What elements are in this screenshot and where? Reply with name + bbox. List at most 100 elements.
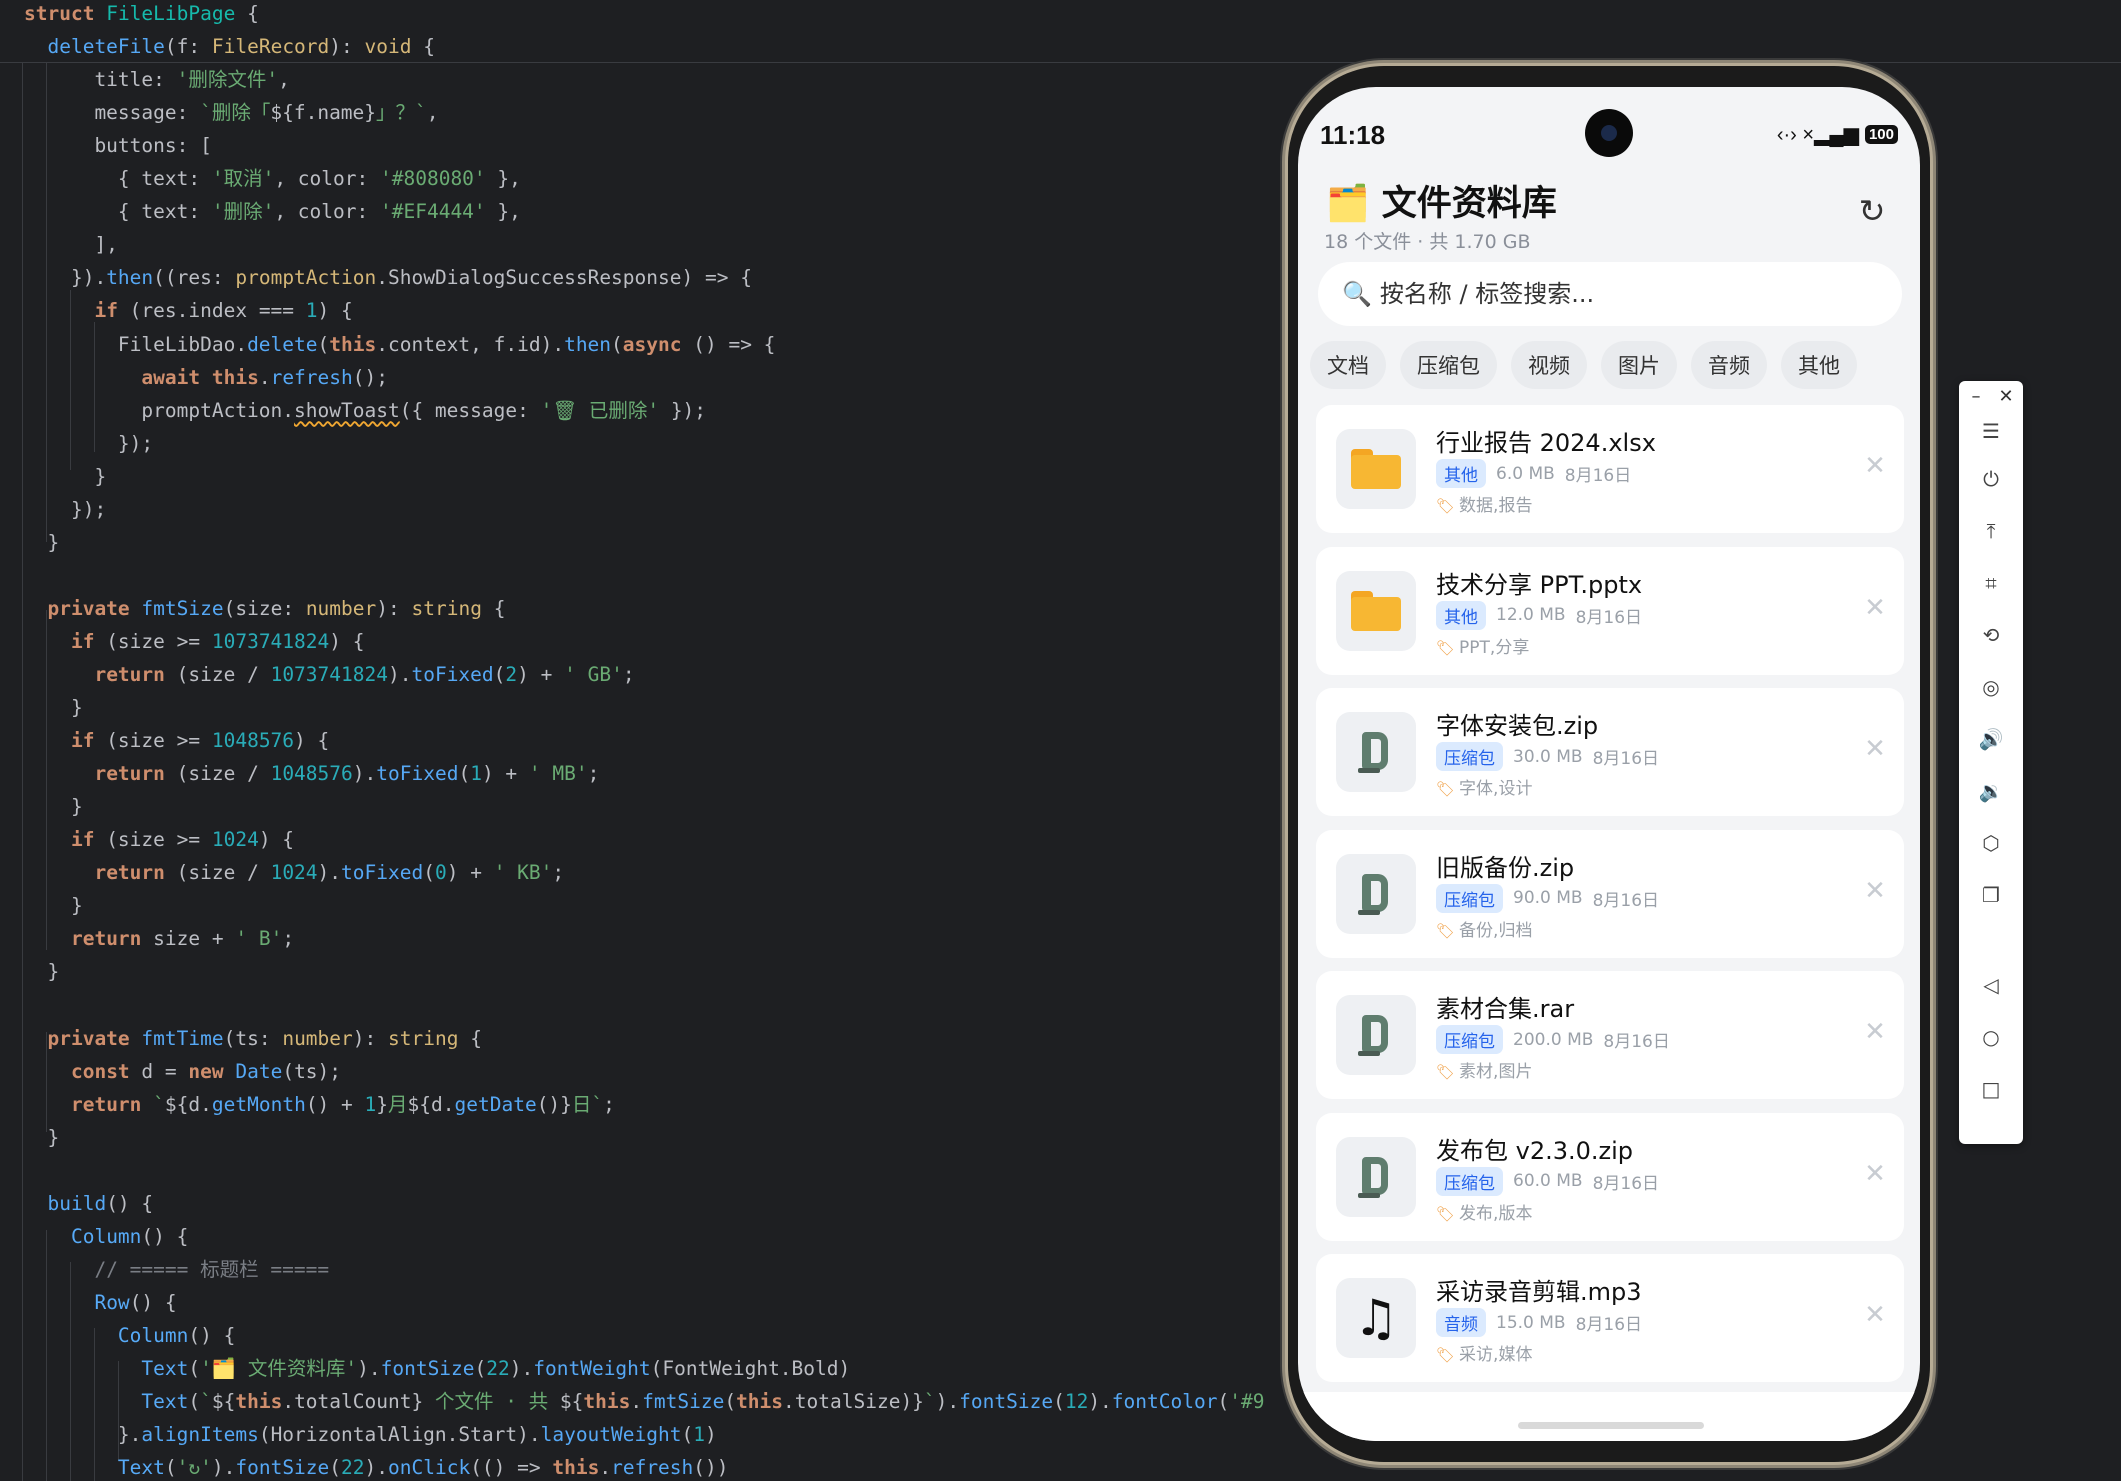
code-line[interactable]: }	[24, 955, 59, 988]
code-token: this	[552, 1456, 600, 1480]
filter-chip[interactable]: 压缩包	[1400, 341, 1497, 389]
code-token: ;	[552, 861, 565, 885]
file-card[interactable]: 技术分享 PPT.pptx 其他 12.0 MB 8月16日 🏷 PPT,分享 ✕	[1316, 546, 1904, 675]
search-box[interactable]: 🔍	[1318, 262, 1902, 326]
code-line[interactable]: build() {	[24, 1187, 153, 1220]
code-line[interactable]: }.alignItems(HorizontalAlign.Start).layo…	[24, 1418, 717, 1451]
close-icon[interactable]: ✕	[1991, 381, 2021, 411]
code-line[interactable]: }	[24, 691, 83, 724]
code-line[interactable]: struct FileLibPage {	[24, 0, 259, 30]
filter-chip[interactable]: 文档	[1310, 341, 1386, 389]
filter-chip[interactable]: 其他	[1781, 341, 1857, 389]
code-line[interactable]: return `${d.getMonth() + 1}月${d.getDate(…	[24, 1088, 615, 1121]
delete-file-icon[interactable]: ✕	[1860, 1017, 1890, 1047]
volume-down-icon[interactable]: 🔉	[1959, 771, 2023, 811]
code-line[interactable]: Text(`${this.totalCount} 个文件 · 共 ${this.…	[24, 1385, 1264, 1418]
filter-chip[interactable]: 视频	[1511, 341, 1587, 389]
code-line[interactable]: });	[24, 427, 153, 460]
code-line[interactable]: private fmtTime(ts: number): string {	[24, 1022, 481, 1055]
code-line[interactable]: { text: '删除', color: '#EF4444' },	[24, 195, 521, 228]
code-line[interactable]: }	[24, 1121, 59, 1154]
file-card[interactable]: 发布包 v2.3.0.zip 压缩包 60.0 MB 8月16日 🏷 发布,版本 ✕	[1316, 1112, 1904, 1241]
delete-file-icon[interactable]: ✕	[1860, 1159, 1890, 1189]
menu-icon[interactable]: ☰	[1959, 411, 2023, 451]
code-token: 12	[1064, 1390, 1089, 1414]
code-line[interactable]: title: '删除文件',	[24, 63, 289, 96]
delete-file-icon[interactable]: ✕	[1860, 1300, 1890, 1330]
code-token: 1024	[270, 861, 318, 885]
file-card[interactable]: ♫ 采访录音剪辑.mp3 音频 15.0 MB 8月16日 🏷 采访,媒体 ✕	[1316, 1254, 1904, 1382]
code-line[interactable]: promptAction.showToast({ message: '🗑 已删除…	[24, 394, 706, 427]
delete-file-icon[interactable]: ✕	[1860, 876, 1890, 906]
code-line[interactable]: return (size / 1024).toFixed(0) + ' KB';	[24, 856, 564, 889]
code-line[interactable]: });	[24, 493, 106, 526]
code-line[interactable]: // ===== 标题栏 =====	[24, 1253, 329, 1286]
file-card[interactable]: 素材合集.rar 压缩包 200.0 MB 8月16日 🏷 素材,图片 ✕	[1316, 971, 1904, 1099]
code-line[interactable]: Column() {	[24, 1319, 235, 1352]
code-line[interactable]: }	[24, 889, 83, 922]
code-line[interactable]: return (size / 1073741824).toFixed(2) + …	[24, 658, 634, 691]
code-line[interactable]: Text('🗂️ 文件资料库').fontSize(22).fontWeight…	[24, 1352, 850, 1385]
code-line[interactable]: Row() {	[24, 1286, 176, 1319]
code-line[interactable]: if (res.index === 1) {	[24, 294, 352, 327]
code-line[interactable]: Text('↻').fontSize(22).onClick(() => thi…	[24, 1451, 729, 1481]
recents-icon[interactable]: □	[1959, 1069, 2023, 1109]
code-token: 」？`	[376, 101, 427, 125]
code-token: ;	[587, 762, 600, 786]
filter-chip[interactable]: 图片	[1601, 341, 1677, 389]
code-token: .	[376, 266, 388, 290]
code-line[interactable]: buttons: [	[24, 129, 211, 162]
code-editor[interactable]: struct FileLibPage { deleteFile(f: FileR…	[0, 0, 1290, 1481]
code-token: () => {	[681, 332, 776, 356]
delete-file-icon[interactable]: ✕	[1860, 451, 1890, 481]
home-indicator[interactable]	[1518, 1422, 1704, 1429]
search-input[interactable]	[1377, 279, 1882, 309]
code-line[interactable]: private fmtSize(size: number): string {	[24, 592, 505, 625]
volume-up-icon[interactable]: 🔊	[1959, 719, 2023, 759]
code-line[interactable]: }	[24, 460, 106, 493]
delete-file-icon[interactable]: ✕	[1860, 734, 1890, 764]
code-line[interactable]: }).then((res: promptAction.ShowDialogSuc…	[24, 261, 752, 294]
code-line[interactable]: if (size >= 1048576) {	[24, 724, 329, 757]
code-line[interactable]: await this.refresh();	[24, 361, 388, 394]
code-token: fontSize	[380, 1357, 475, 1381]
code-line[interactable]: const d = new Date(ts);	[24, 1055, 341, 1088]
minimize-icon[interactable]: –	[1961, 381, 1991, 411]
code-token: (size /	[164, 663, 271, 686]
code-line[interactable]: if (size >= 1073741824) {	[24, 625, 365, 658]
delete-file-icon[interactable]: ✕	[1860, 593, 1890, 623]
code-token: (size >=	[94, 629, 212, 653]
code-line[interactable]: if (size >= 1024) {	[24, 823, 294, 856]
code-line[interactable]: return (size / 1048576).toFixed(1) + ' M…	[24, 757, 599, 790]
code-line[interactable]: }	[24, 790, 83, 823]
screenshot-icon[interactable]: ◎	[1959, 667, 2023, 707]
file-card[interactable]: 行业报告 2024.xlsx 其他 6.0 MB 8月16日 🏷 数据,报告 ✕	[1316, 405, 1904, 533]
code-line[interactable]: }	[24, 526, 59, 559]
code-line[interactable]: { text: '取消', color: '#808080' },	[24, 162, 521, 195]
code-line[interactable]: message: `删除「${f.name}」？`,	[24, 96, 438, 129]
power-icon[interactable]: ⏻	[1959, 459, 2023, 499]
home-icon[interactable]: ○	[1959, 1017, 2023, 1057]
to-top-icon[interactable]: ⤒	[1959, 511, 2023, 551]
file-card[interactable]: 旧版备份.zip 压缩包 90.0 MB 8月16日 🏷 备份,归档 ✕	[1316, 829, 1904, 958]
filter-chip[interactable]: 音频	[1691, 341, 1767, 389]
shake-icon[interactable]: ⬡	[1959, 823, 2023, 863]
refresh-icon[interactable]: ↻	[1852, 191, 1892, 231]
code-token: +	[493, 762, 529, 786]
code-line[interactable]: deleteFile(f: FileRecord): void {	[24, 30, 434, 63]
code-token: 1	[305, 299, 318, 323]
code-token: fontSize	[235, 1456, 330, 1480]
rotate-icon[interactable]: ⟲	[1959, 615, 2023, 655]
back-icon[interactable]: ◁	[1959, 965, 2023, 1005]
phone-screen[interactable]: 11:18 ‹·› ×▂▄▆ 100 🗂️ 文件资料库 18 个文件 · 共 1…	[1298, 87, 1920, 1441]
code-line[interactable]: return size + ' B';	[24, 922, 294, 955]
code-line[interactable]: ],	[24, 228, 117, 261]
crop-icon[interactable]: ⌗	[1959, 563, 2023, 603]
file-card[interactable]: 字体安装包.zip 压缩包 30.0 MB 8月16日 🏷 字体,设计 ✕	[1316, 688, 1904, 816]
code-token: ).	[364, 1456, 388, 1480]
multi-device-icon[interactable]: ❐	[1959, 875, 2023, 915]
code-line[interactable]: FileLibDao.delete(this.context, f.id).th…	[24, 328, 776, 361]
code-line[interactable]: Column() {	[24, 1220, 188, 1253]
